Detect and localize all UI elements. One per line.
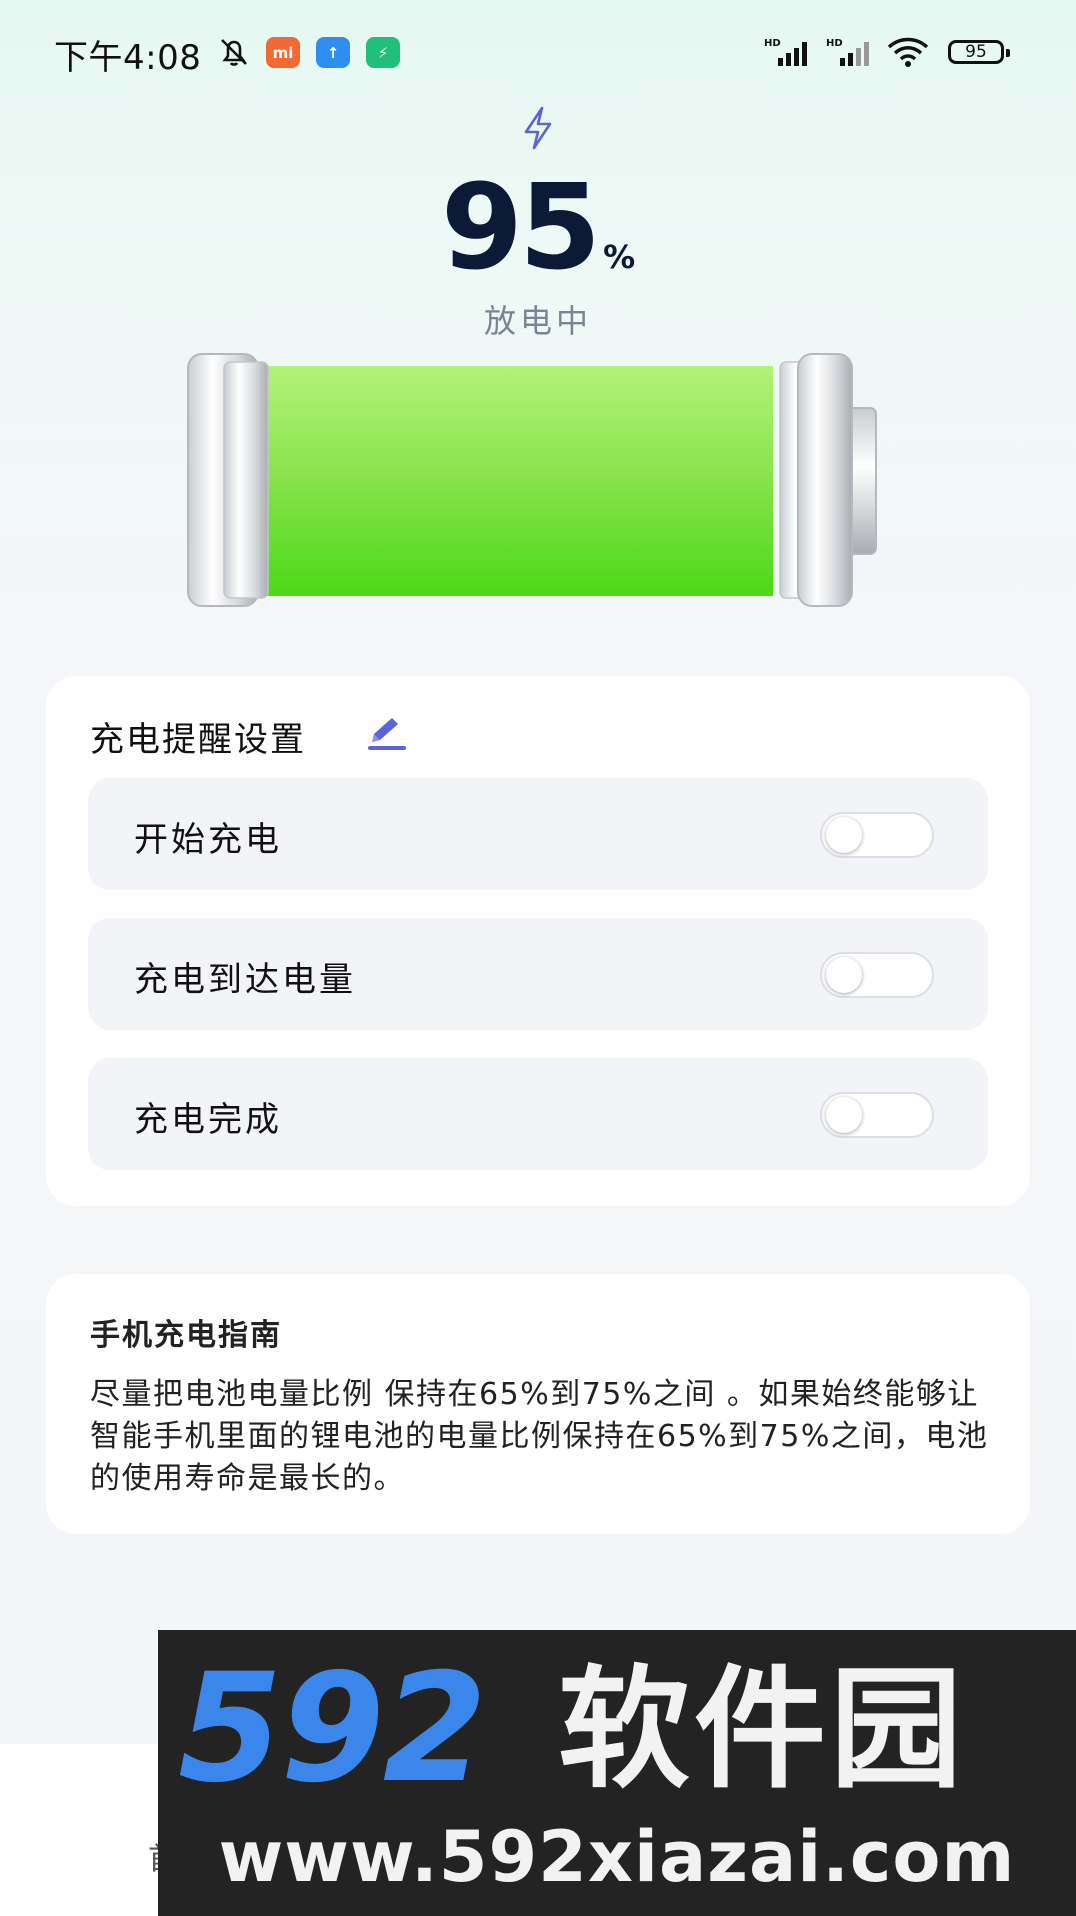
svg-text:HD: HD (826, 38, 843, 49)
row-label: 充电完成 (134, 1100, 282, 1140)
reminder-row-charge-complete: 充电完成 (88, 1058, 988, 1170)
battery-percent: 95% (0, 158, 1076, 296)
reminder-row-start-charging: 开始充电 (88, 778, 988, 890)
toggle-knob (826, 957, 862, 993)
status-bar: 下午4:08 mi ↑ ⚡ HD HD 95 (0, 0, 1076, 104)
battery-percent-value: 95 (440, 158, 601, 296)
charging-guide-title: 手机充电指南 (90, 1318, 282, 1353)
toggle-knob (826, 817, 862, 853)
watermark-brand-cn: 软件园 (558, 1653, 966, 1807)
bell-off-icon (221, 39, 247, 66)
battery-percent-unit: % (603, 238, 636, 276)
charge-reminder-card: 充电提醒设置 开始充电 充电到达电量 充电完成 (46, 676, 1030, 1206)
lightning-bolt-icon (524, 106, 552, 150)
row-label: 充电到达电量 (134, 960, 356, 1000)
svg-text:HD: HD (764, 38, 781, 49)
status-time: 下午4:08 (54, 38, 202, 78)
watermark-overlay: 592 软件园 www.592xiazai.com (158, 1630, 1076, 1916)
toggle-knob (826, 1097, 862, 1133)
watermark-brand-number: 592 (178, 1642, 487, 1816)
mi-app-icon: mi (266, 37, 300, 68)
signal-hd-icon: HD (764, 38, 807, 66)
reminder-row-charge-level: 充电到达电量 (88, 918, 988, 1030)
edit-pen-icon[interactable] (364, 714, 408, 752)
battery-status-text: 放电中 (483, 302, 592, 340)
upload-app-icon: ↑ (316, 37, 350, 68)
charge-complete-toggle[interactable] (820, 1092, 934, 1138)
charging-guide-text: 尽量把电池电量比例 保持在65%到75%之间 。如果始终能够让智能手机里面的锂电… (90, 1377, 989, 1496)
battery-fill-level (264, 366, 773, 596)
wifi-icon (887, 37, 929, 67)
watermark-url: www.592xiazai.com (218, 1816, 1016, 1898)
charging-guide-card: 手机充电指南 尽量把电池电量比例 保持在65%到75%之间 。如果始终能够让智能… (46, 1274, 1030, 1534)
signal-hd-icon-2: HD (826, 38, 869, 66)
status-battery-icon: 95 (948, 40, 1010, 64)
start-charging-toggle[interactable] (820, 812, 934, 858)
charge-level-toggle[interactable] (820, 952, 934, 998)
row-label: 开始充电 (134, 820, 282, 860)
battery-graphic (187, 353, 877, 607)
charge-reminder-title: 充电提醒设置 (90, 720, 306, 760)
security-app-icon: ⚡ (366, 37, 400, 68)
